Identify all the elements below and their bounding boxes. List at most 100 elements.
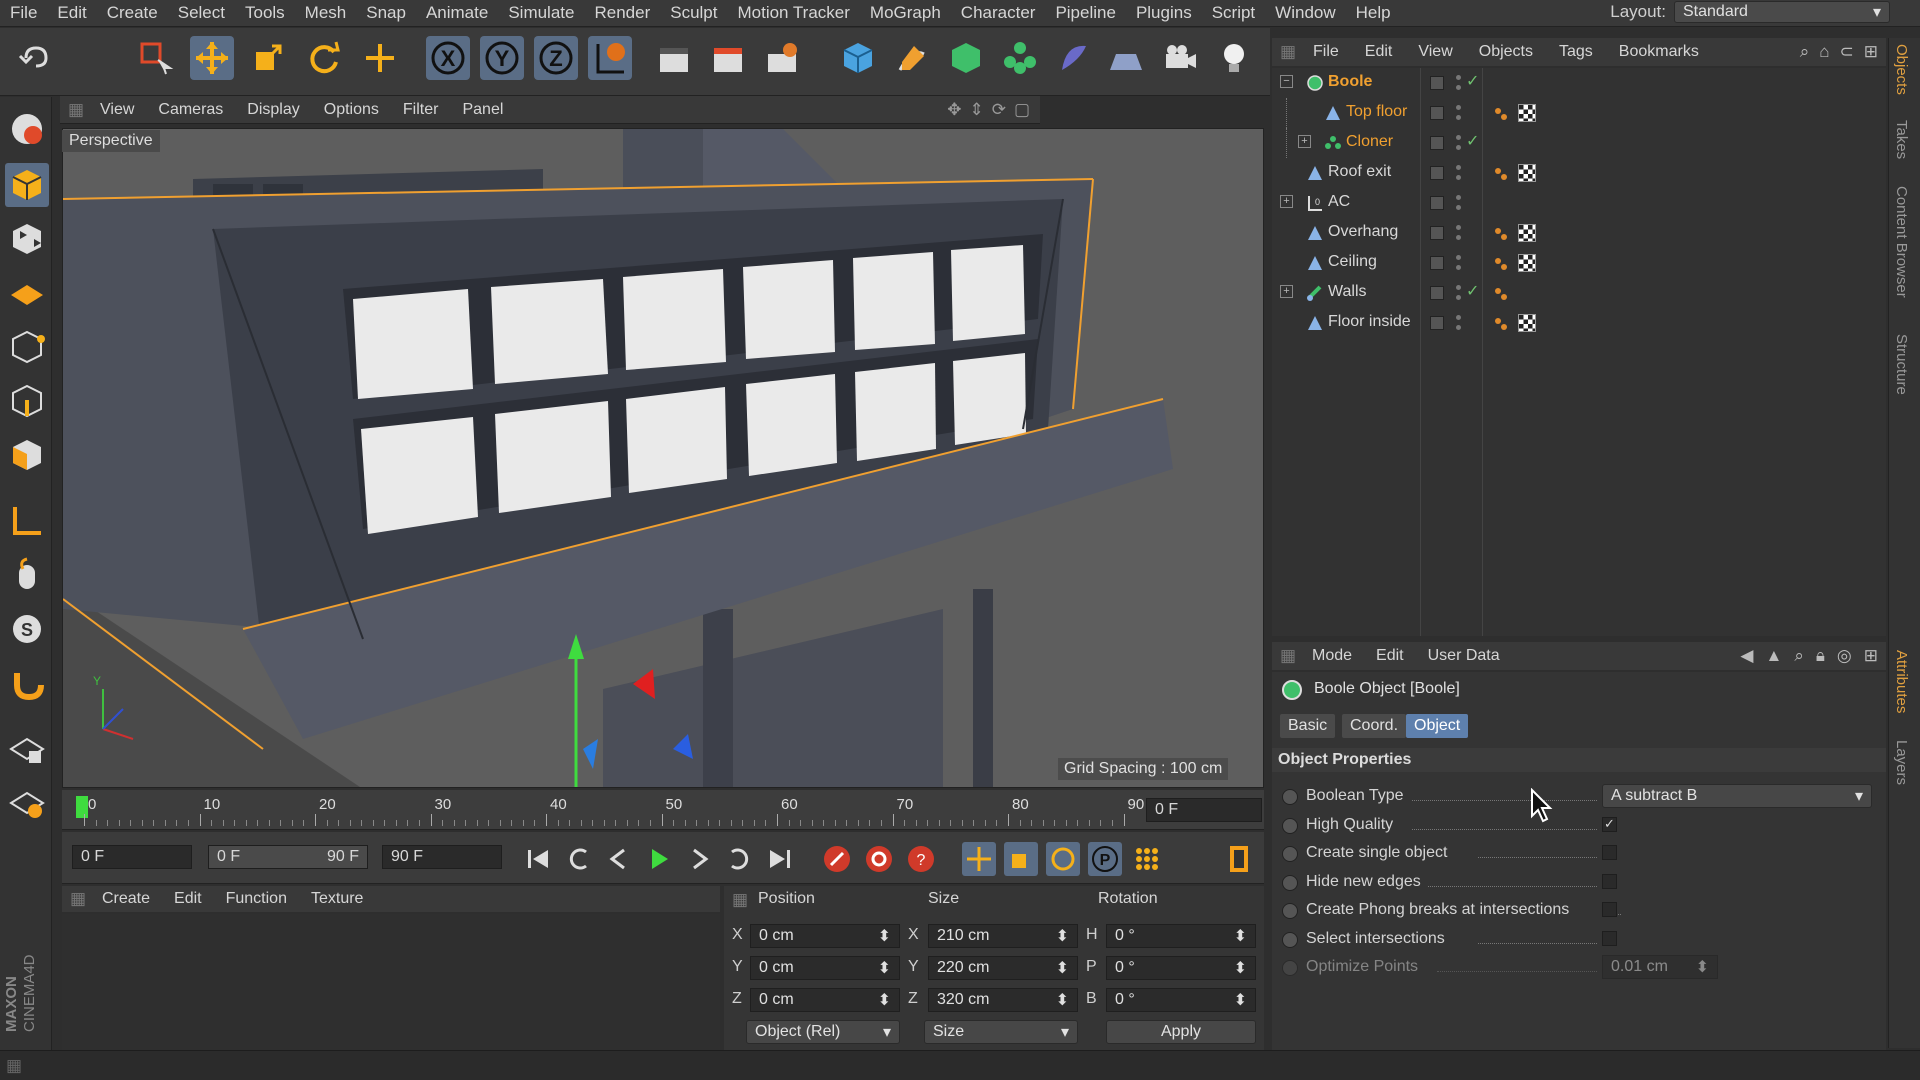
rot-h-field[interactable]: 0 ° ⬍ xyxy=(1106,924,1256,948)
enabled-check-icon[interactable]: ✓ xyxy=(1466,131,1479,151)
spinner-icon[interactable]: ⬍ xyxy=(878,958,891,978)
render-visibility-dot-icon[interactable] xyxy=(1456,205,1461,210)
size-z-field[interactable]: 320 cm ⬍ xyxy=(928,988,1078,1012)
object-row-overhang[interactable]: Overhang xyxy=(1272,218,1886,248)
preview-range-slider[interactable]: 0 F 90 F xyxy=(208,845,368,869)
checkbox[interactable] xyxy=(1602,902,1617,917)
key-parameter-button[interactable]: P xyxy=(1088,842,1122,876)
menu-motion-tracker[interactable]: Motion Tracker xyxy=(727,3,859,23)
add-cube-button[interactable] xyxy=(836,36,880,80)
expand-toggle-icon[interactable]: − xyxy=(1280,75,1293,88)
expand-toggle-icon[interactable]: + xyxy=(1298,135,1311,148)
make-editable-button[interactable] xyxy=(5,107,49,151)
object-row-cloner[interactable]: + Cloner ✓ xyxy=(1272,128,1886,158)
key-position-button[interactable] xyxy=(962,842,996,876)
checkbox[interactable] xyxy=(1602,930,1617,946)
add-floor-button[interactable] xyxy=(1104,36,1148,80)
size-x-field[interactable]: 210 cm ⬍ xyxy=(928,924,1078,948)
x-axis-button[interactable]: X xyxy=(426,36,470,80)
snapping-button[interactable]: S xyxy=(5,607,49,651)
boolean-type-select[interactable]: A subtract B ▾ xyxy=(1602,784,1872,808)
redo-button[interactable] xyxy=(62,36,106,80)
viewport-camera-label[interactable]: Perspective xyxy=(62,130,160,152)
viewport-menu-options[interactable]: Options xyxy=(312,101,391,119)
editor-visibility-dot-icon[interactable] xyxy=(1456,315,1461,320)
pos-y-field[interactable]: 0 cm ⬍ xyxy=(750,956,900,980)
key-scale-button[interactable] xyxy=(1004,842,1038,876)
render-visibility-dot-icon[interactable] xyxy=(1456,235,1461,240)
scale-tool-button[interactable] xyxy=(246,36,290,80)
render-to-picture-viewer-button[interactable] xyxy=(706,36,750,80)
material-manager-area[interactable] xyxy=(62,914,720,1050)
new-window-icon[interactable]: ⊞ xyxy=(1864,646,1878,666)
viewport-menu-panel[interactable]: Panel xyxy=(450,101,515,119)
move-tool-button[interactable] xyxy=(190,36,234,80)
timeline-window-button[interactable] xyxy=(1222,842,1256,876)
spinner-icon[interactable]: ⬍ xyxy=(1234,926,1247,946)
size-y-field[interactable]: 220 cm ⬍ xyxy=(928,956,1078,980)
coordinate-mode-select[interactable]: Object (Rel) ▾ xyxy=(746,1020,900,1044)
home-icon[interactable]: ⌂ xyxy=(1819,42,1829,62)
tab-takes[interactable]: Takes xyxy=(1893,120,1910,159)
phong-tag-icon[interactable] xyxy=(1494,226,1507,240)
menu-pipeline[interactable]: Pipeline xyxy=(1045,3,1126,23)
up-arrow-icon[interactable]: ▲ xyxy=(1766,646,1783,666)
material-menu-create[interactable]: Create xyxy=(90,890,162,908)
zoom-icon[interactable]: ⇕ xyxy=(969,100,983,120)
next-frame-button[interactable] xyxy=(682,842,716,876)
previous-key-button[interactable] xyxy=(562,842,596,876)
render-visibility-dot-icon[interactable] xyxy=(1456,85,1461,90)
menu-simulate[interactable]: Simulate xyxy=(498,3,584,23)
previous-frame-button[interactable] xyxy=(602,842,636,876)
start-frame-field[interactable]: 0 F xyxy=(72,845,192,869)
phong-tag-icon[interactable] xyxy=(1494,166,1507,180)
go-to-end-button[interactable] xyxy=(762,842,796,876)
search-icon[interactable]: ⌕ xyxy=(1794,646,1804,666)
layout-dropdown[interactable]: Standard ▾ xyxy=(1674,1,1890,23)
magnet-button[interactable] xyxy=(5,661,49,705)
object-row-roof-exit[interactable]: Roof exit xyxy=(1272,158,1886,188)
editor-visibility-dot-icon[interactable] xyxy=(1456,255,1461,260)
tab-objects[interactable]: Objects xyxy=(1893,44,1910,95)
layer-toggle-icon[interactable] xyxy=(1430,106,1444,120)
record-keys-button[interactable] xyxy=(820,842,854,876)
layer-toggle-icon[interactable] xyxy=(1430,136,1444,150)
menu-script[interactable]: Script xyxy=(1202,3,1265,23)
menu-character[interactable]: Character xyxy=(951,3,1046,23)
enabled-check-icon[interactable]: ✓ xyxy=(1466,71,1479,91)
add-generator-button[interactable] xyxy=(944,36,988,80)
go-to-start-button[interactable] xyxy=(522,842,556,876)
link-icon[interactable]: ⊂ xyxy=(1840,42,1854,62)
animate-toggle-icon[interactable] xyxy=(1282,846,1298,862)
grid-lock-button[interactable] xyxy=(5,727,49,771)
add-mograph-button[interactable] xyxy=(998,36,1042,80)
menu-mograph[interactable]: MoGraph xyxy=(860,3,951,23)
object-menu-view[interactable]: View xyxy=(1405,43,1465,61)
menu-mesh[interactable]: Mesh xyxy=(295,3,357,23)
object-menu-bookmarks[interactable]: Bookmarks xyxy=(1606,43,1712,61)
layer-toggle-icon[interactable] xyxy=(1430,256,1444,270)
material-menu-function[interactable]: Function xyxy=(214,890,299,908)
key-point-level-button[interactable] xyxy=(1130,842,1164,876)
material-tag-icon[interactable] xyxy=(1518,314,1536,332)
rotate-tool-button[interactable] xyxy=(302,36,346,80)
lock-icon[interactable]: 🔒︎ xyxy=(1816,646,1825,666)
object-row-ceiling[interactable]: Ceiling xyxy=(1272,248,1886,278)
object-menu-edit[interactable]: Edit xyxy=(1352,43,1406,61)
spinner-icon[interactable]: ⬍ xyxy=(1056,958,1069,978)
viewport-3d[interactable]: Y xyxy=(62,128,1264,788)
checkbox[interactable]: ✓ xyxy=(1602,816,1617,832)
end-frame-field[interactable]: 90 F xyxy=(382,845,502,869)
object-menu-objects[interactable]: Objects xyxy=(1466,43,1546,61)
play-button[interactable] xyxy=(642,842,676,876)
undo-button[interactable] xyxy=(12,36,56,80)
animate-toggle-icon[interactable] xyxy=(1282,789,1298,805)
render-view-button[interactable] xyxy=(652,36,696,80)
editor-visibility-dot-icon[interactable] xyxy=(1456,195,1461,200)
pos-x-field[interactable]: 0 cm ⬍ xyxy=(750,924,900,948)
editor-visibility-dot-icon[interactable] xyxy=(1456,105,1461,110)
phong-tag-icon[interactable] xyxy=(1494,106,1507,120)
points-mode-button[interactable] xyxy=(5,325,49,369)
search-icon[interactable]: ⌕ xyxy=(1800,42,1810,62)
phong-tag-icon[interactable] xyxy=(1494,286,1507,300)
